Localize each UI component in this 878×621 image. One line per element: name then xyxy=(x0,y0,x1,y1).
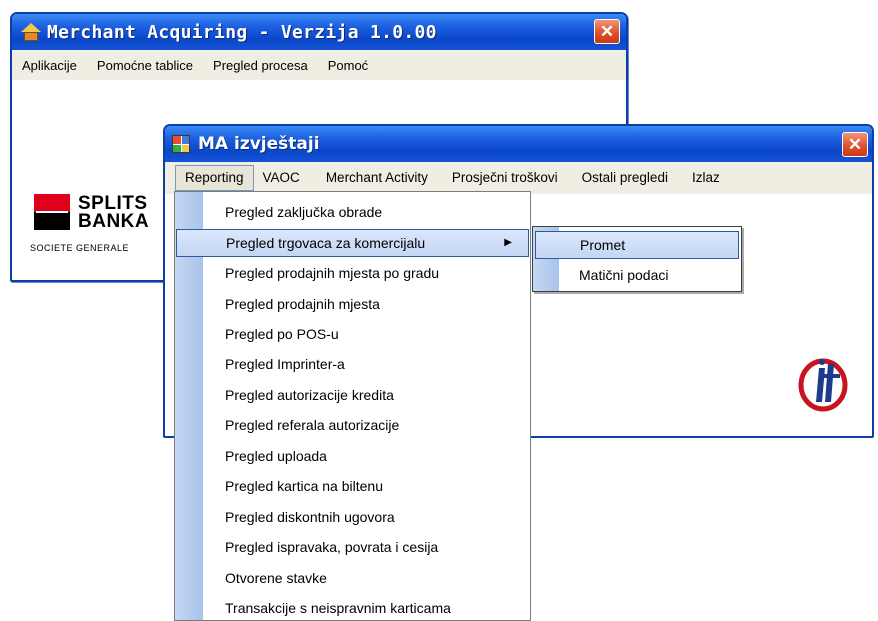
reports-window-titlebar[interactable]: MA izvještaji ✕ xyxy=(165,126,872,162)
app-house-icon xyxy=(21,23,41,41)
menu-merchant-activity[interactable]: Merchant Activity xyxy=(317,165,437,191)
menu-pomoc[interactable]: Pomoć xyxy=(328,58,368,73)
menu-item-pregled-diskontnih-ugovora[interactable]: Pregled diskontnih ugovora xyxy=(176,503,529,531)
menu-item-pregled-po-pos-u[interactable]: Pregled po POS-u xyxy=(176,320,529,348)
submenu-item-promet[interactable]: Promet xyxy=(535,231,739,259)
bank-logo-line2: BANKA xyxy=(78,211,150,232)
menu-item-pregled-prodajnih-mjesta-po-gradu[interactable]: Pregled prodajnih mjesta po gradu xyxy=(176,259,529,287)
menu-item-pregled-zakljucka-obrade[interactable]: Pregled zaključka obrade xyxy=(176,198,529,226)
menu-item-pregled-ispravaka-povrata-i-cesija[interactable]: Pregled ispravaka, povrata i cesija xyxy=(176,533,529,561)
main-window-close-button[interactable]: ✕ xyxy=(594,19,620,44)
menu-izlaz[interactable]: Izlaz xyxy=(683,165,729,191)
main-window-title: Merchant Acquiring - Verzija 1.0.00 xyxy=(47,21,437,43)
menu-pomocne-tablice[interactable]: Pomoćne tablice xyxy=(97,58,193,73)
menu-reporting[interactable]: Reporting xyxy=(175,165,254,191)
menu-pregled-procesa[interactable]: Pregled procesa xyxy=(213,58,308,73)
menu-item-pregled-autorizacije-kredita[interactable]: Pregled autorizacije kredita xyxy=(176,381,529,409)
menu-item-pregled-prodajnih-mjesta[interactable]: Pregled prodajnih mjesta xyxy=(176,290,529,318)
menu-item-otvorene-stavke[interactable]: Otvorene stavke xyxy=(176,564,529,592)
bank-logo-line3: SOCIETE GENERALE xyxy=(30,243,130,253)
menu-aplikacije[interactable]: Aplikacije xyxy=(22,58,77,73)
menu-item-pregled-imprinter-a[interactable]: Pregled Imprinter-a xyxy=(176,350,529,378)
menu-item-pregled-uploada[interactable]: Pregled uploada xyxy=(176,442,529,470)
reports-menubar: Reporting VAOC Merchant Activity Prosječ… xyxy=(165,162,872,194)
menu-vaoc[interactable]: VAOC xyxy=(254,165,309,191)
menu-item-transakcije-s-neispravnim-karticama[interactable]: Transakcije s neispravnim karticama xyxy=(176,594,529,620)
submenu-item-maticni-podaci[interactable]: Matični podaci xyxy=(535,261,739,289)
menu-item-pregled-kartica-na-biltenu[interactable]: Pregled kartica na biltenu xyxy=(176,472,529,500)
menu-item-pregled-trgovaca-za-komercijalu[interactable]: Pregled trgovaca za komercijalu ▶ xyxy=(176,229,529,257)
menu-item-pregled-referala-autorizacije[interactable]: Pregled referala autorizacije xyxy=(176,411,529,439)
it-company-logo-icon xyxy=(798,358,848,412)
submenu-arrow-icon: ▶ xyxy=(504,237,512,248)
komercijala-submenu: Promet Matični podaci xyxy=(532,226,742,292)
reports-window-title: MA izvještaji xyxy=(198,134,320,154)
menu-prosjecni-troskovi[interactable]: Prosječni troškovi xyxy=(443,165,567,191)
reporting-dropdown-menu: Pregled zaključka obrade Pregled trgovac… xyxy=(174,191,531,621)
reports-window-icon xyxy=(172,135,190,153)
menu-ostali-pregledi[interactable]: Ostali pregledi xyxy=(573,165,677,191)
bank-logo-mark xyxy=(34,194,70,230)
main-window-titlebar[interactable]: Merchant Acquiring - Verzija 1.0.00 ✕ xyxy=(12,14,626,50)
main-menubar: Aplikacije Pomoćne tablice Pregled proce… xyxy=(12,50,626,80)
reports-window-close-button[interactable]: ✕ xyxy=(842,132,868,157)
